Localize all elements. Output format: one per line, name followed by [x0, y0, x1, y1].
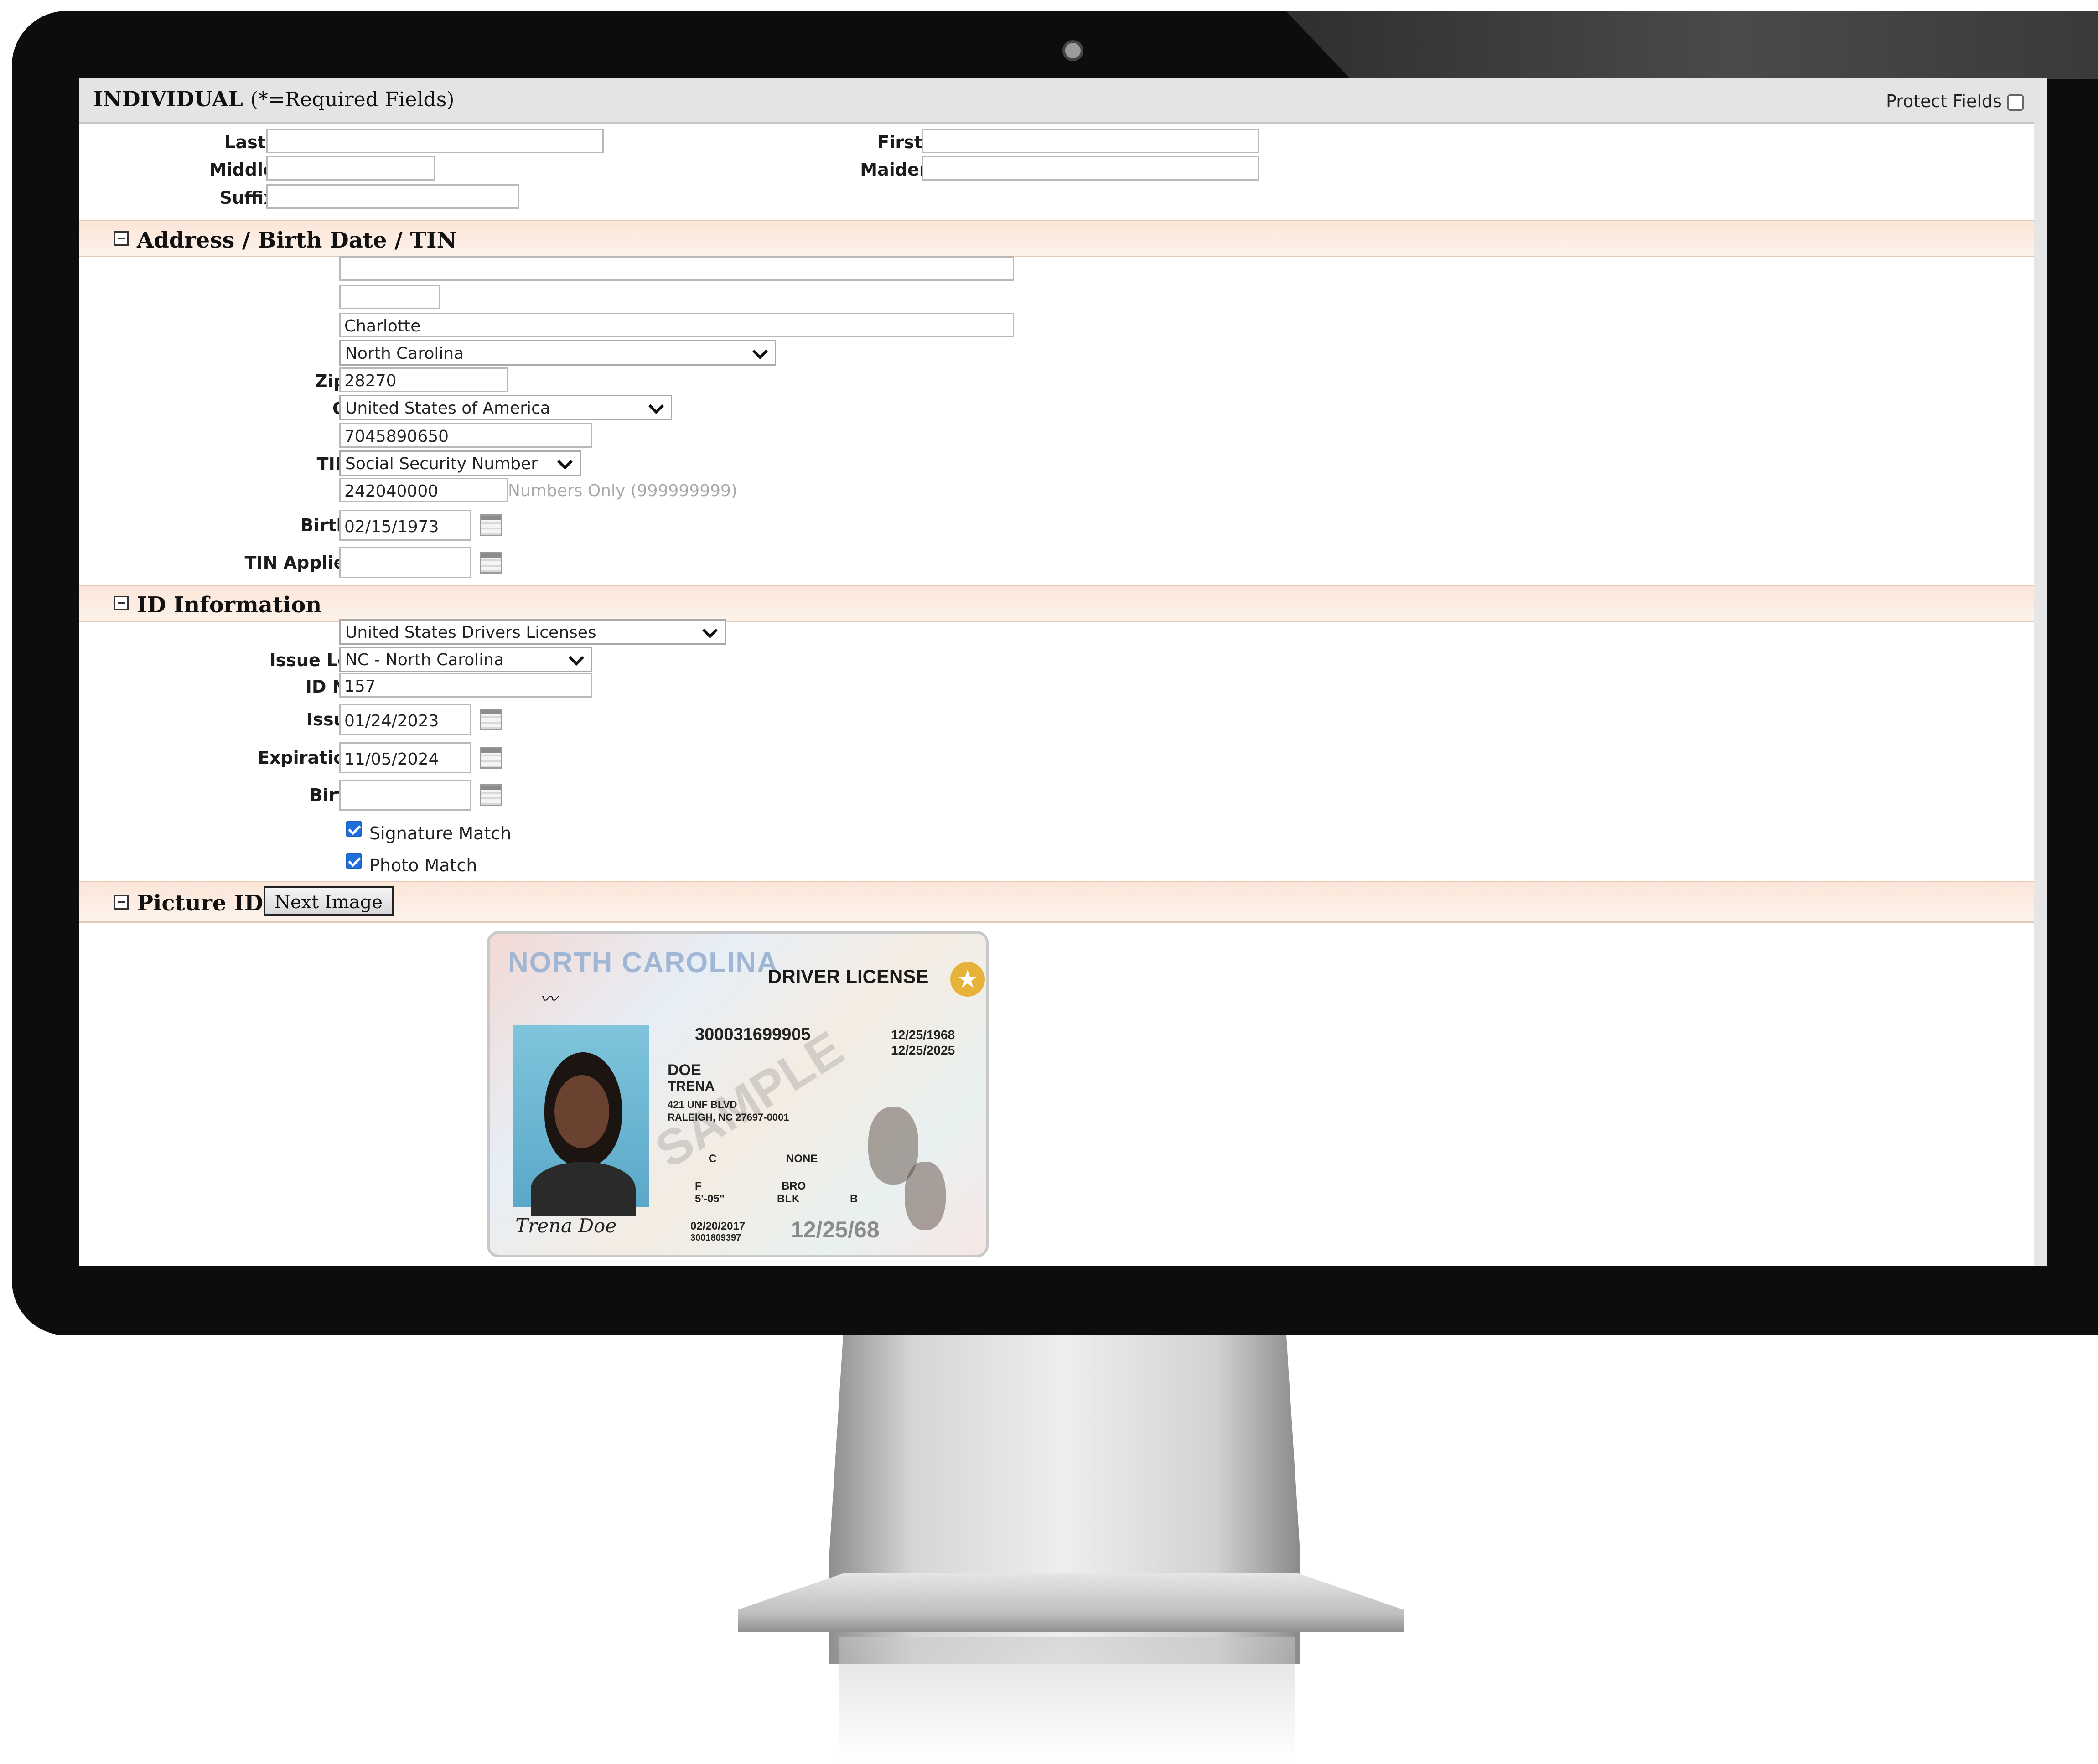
- chevron-down-icon: [648, 398, 664, 414]
- calendar-icon[interactable]: [480, 514, 502, 536]
- collapse-icon[interactable]: [114, 231, 129, 246]
- protect-fields-checkbox[interactable]: [2007, 94, 2024, 111]
- title-text: INDIVIDUAL: [93, 87, 243, 111]
- id-card-height: 5'-05": [695, 1193, 725, 1205]
- unit-input[interactable]: [339, 285, 440, 309]
- id-card-signature-top: 〰: [540, 989, 558, 1009]
- tin-applied-input[interactable]: [339, 547, 471, 578]
- photo-match-checkbox[interactable]: [346, 853, 362, 869]
- zip-input[interactable]: 28270: [339, 367, 508, 392]
- id-card-exp: 12/25/2025: [891, 1043, 955, 1057]
- phone-input[interactable]: 7045890650: [339, 423, 592, 448]
- monitor-stand-base: [738, 1573, 1404, 1632]
- id-card-first-name: TRENA: [668, 1079, 715, 1094]
- protect-fields: Protect Fields: [1886, 91, 2024, 111]
- id-type-select-value: United States Drivers Licenses: [345, 623, 596, 642]
- id-section-title: ID Information: [137, 592, 322, 618]
- id-card-photo: [513, 1025, 649, 1216]
- issue-location-select-value: NC - North Carolina: [345, 651, 504, 669]
- screen-right-edge: [2034, 122, 2047, 1266]
- id-number-input[interactable]: 157: [339, 673, 592, 698]
- collapse-icon[interactable]: [114, 895, 129, 910]
- id-card-ghost-photo-2: [905, 1162, 946, 1230]
- id-card-number: 300031699905: [695, 1025, 811, 1044]
- chevron-down-icon: [569, 650, 584, 666]
- drivers-license-image: NORTH CAROLINA DRIVER LICENSE ★ 〰 SAMPLE…: [487, 931, 989, 1257]
- id-section-header[interactable]: ID Information: [79, 585, 2036, 622]
- picture-section-title: Picture ID: [137, 890, 264, 916]
- bezel-glare: [1286, 11, 2098, 79]
- suffix-name-input[interactable]: [266, 184, 519, 209]
- state-select-value: North Carolina: [345, 344, 464, 363]
- last-name-input[interactable]: [266, 129, 604, 153]
- id-card-hair: BLK: [777, 1193, 800, 1205]
- id-card-sex: F: [695, 1180, 702, 1192]
- photo-match-row: [346, 853, 362, 869]
- address-section-title: Address / Birth Date / TIN: [137, 228, 457, 253]
- webcam-icon: [1062, 40, 1083, 61]
- calendar-icon[interactable]: [480, 747, 502, 769]
- protect-fields-label: Protect Fields: [1886, 91, 2002, 111]
- id-card-type: DRIVER LICENSE: [768, 966, 929, 987]
- id-birth-date-input[interactable]: [339, 780, 471, 811]
- id-card-big-dob: 12/25/68: [791, 1217, 880, 1242]
- issue-date-input[interactable]: 01/24/2023: [339, 704, 471, 735]
- calendar-icon[interactable]: [480, 784, 502, 806]
- photo-match-label: Photo Match: [369, 855, 477, 875]
- birth-date-input[interactable]: 02/15/1973: [339, 510, 471, 541]
- street-input[interactable]: [339, 256, 1014, 281]
- id-card-address2: RALEIGH, NC 27697-0001: [668, 1112, 789, 1123]
- star-icon: ★: [950, 962, 985, 997]
- photo-body: [531, 1162, 636, 1216]
- signature-match-checkbox[interactable]: [346, 821, 362, 837]
- stand-reflection: [839, 1637, 1295, 1764]
- country-select-value: United States of America: [345, 399, 550, 418]
- issue-location-select[interactable]: NC - North Carolina: [339, 647, 592, 672]
- id-card-signature: Trena Doe: [515, 1215, 617, 1237]
- id-card-address1: 421 UNF BLVD: [668, 1099, 737, 1110]
- page-title: INDIVIDUAL (*=Required Fields): [93, 87, 454, 111]
- screen: INDIVIDUAL (*=Required Fields) Protect F…: [79, 78, 2047, 1266]
- first-name-input[interactable]: [922, 129, 1259, 153]
- id-card-eyes: BRO: [782, 1180, 806, 1192]
- photo-face: [554, 1075, 609, 1148]
- chevron-down-icon: [557, 454, 573, 470]
- signature-match-label: Signature Match: [369, 823, 512, 843]
- id-card-state: NORTH CAROLINA: [508, 947, 778, 978]
- calendar-icon[interactable]: [480, 552, 502, 574]
- state-select[interactable]: North Carolina: [339, 340, 776, 366]
- id-card-class: C: [709, 1153, 717, 1165]
- id-card-dd: 3001809397: [690, 1233, 741, 1243]
- id-card-race: B: [850, 1193, 858, 1205]
- id-card-end: NONE: [786, 1153, 818, 1165]
- tin-input[interactable]: 242040000: [339, 478, 508, 502]
- next-image-button[interactable]: Next Image: [264, 886, 394, 916]
- tin-hint: Numbers Only (999999999): [508, 481, 737, 500]
- tin-type-select[interactable]: Social Security Number: [339, 450, 581, 476]
- id-card-dob: 12/25/1968: [891, 1028, 955, 1042]
- required-note: (*=Required Fields): [250, 88, 455, 111]
- signature-match-row: [346, 821, 362, 837]
- id-type-select[interactable]: United States Drivers Licenses: [339, 619, 726, 645]
- id-card-last-name: DOE: [668, 1061, 701, 1079]
- collapse-icon[interactable]: [114, 596, 129, 610]
- form-header: INDIVIDUAL (*=Required Fields) Protect F…: [79, 78, 2047, 124]
- address-section-header[interactable]: Address / Birth Date / TIN: [79, 220, 2036, 257]
- middle-name-input[interactable]: [266, 156, 435, 181]
- id-card-issued: 02/20/2017: [690, 1220, 746, 1232]
- maiden-name-input[interactable]: [922, 156, 1259, 181]
- tin-type-select-value: Social Security Number: [345, 455, 538, 473]
- chevron-down-icon: [702, 623, 718, 638]
- country-select[interactable]: United States of America: [339, 395, 672, 420]
- expiration-date-input[interactable]: 11/05/2024: [339, 742, 471, 773]
- chevron-down-icon: [752, 344, 768, 359]
- city-input[interactable]: Charlotte: [339, 313, 1014, 337]
- calendar-icon[interactable]: [480, 709, 502, 730]
